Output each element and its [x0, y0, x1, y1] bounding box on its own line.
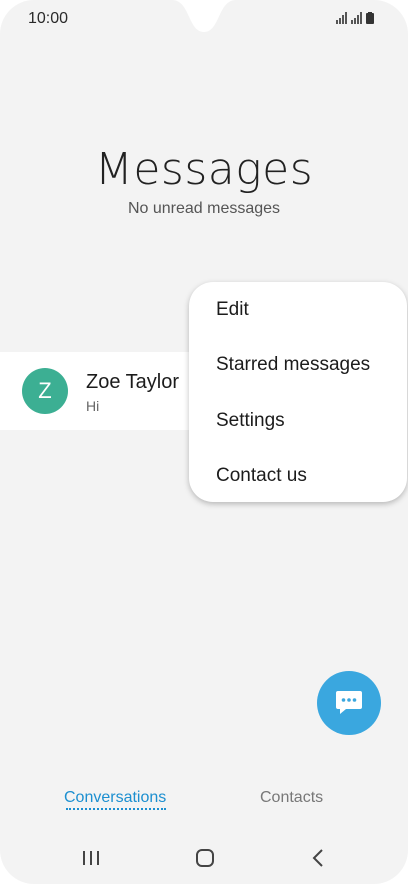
menu-item-contact-us[interactable]: Contact us — [216, 461, 396, 491]
back-icon[interactable] — [308, 846, 328, 870]
active-tab-indicator — [66, 808, 166, 810]
camera-notch — [172, 0, 236, 32]
compose-message-icon — [336, 691, 362, 714]
overflow-menu: Edit Starred messages Settings Contact u… — [189, 282, 407, 502]
avatar: Z — [22, 368, 68, 414]
status-time: 10:00 — [28, 10, 69, 27]
status-icons — [336, 12, 374, 24]
tab-conversations[interactable]: Conversations — [64, 786, 166, 810]
page-title: Messages — [94, 144, 314, 195]
signal-icon — [351, 12, 362, 24]
signal-icon — [336, 12, 347, 24]
recents-icon[interactable] — [80, 846, 102, 870]
compose-button[interactable] — [317, 671, 381, 735]
contact-name: Zoe Taylor — [86, 371, 180, 393]
phone-screen: 10:00 Messages No unread messages Z Zoe … — [0, 0, 408, 884]
home-icon[interactable] — [193, 846, 217, 870]
unread-status: No unread messages — [127, 200, 281, 217]
menu-item-edit[interactable]: Edit — [216, 295, 396, 325]
menu-item-settings[interactable]: Settings — [216, 406, 396, 436]
menu-item-starred-messages[interactable]: Starred messages — [216, 350, 396, 380]
battery-icon — [366, 12, 374, 24]
message-snippet: Hi — [86, 398, 100, 414]
tab-contacts[interactable]: Contacts — [260, 786, 323, 810]
